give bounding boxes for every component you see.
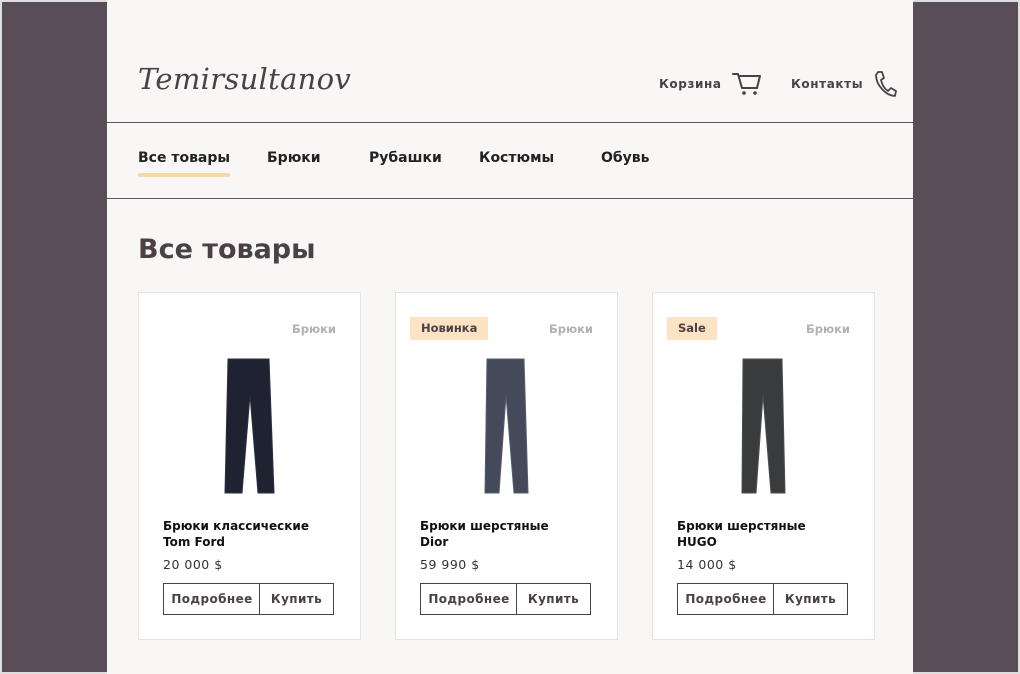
cart-link[interactable]: Корзина [659, 70, 762, 98]
trousers-image [741, 358, 786, 494]
tab-trousers[interactable]: Брюки [267, 150, 321, 180]
nav-divider [107, 198, 913, 199]
details-button[interactable]: Подробнее [420, 583, 518, 615]
product-image[interactable] [205, 355, 295, 503]
product-name[interactable]: Брюки шерстяные Dior [420, 518, 600, 550]
product-card[interactable]: Sale Брюки Брюки шерстяные HUGO 14 000 $… [652, 292, 875, 640]
tab-suits[interactable]: Костюмы [479, 150, 554, 180]
tab-shoes[interactable]: Обувь [601, 150, 650, 180]
product-price: 14 000 $ [677, 557, 737, 572]
product-card[interactable]: Брюки Брюки классические Tom Ford 20 000… [138, 292, 361, 640]
trousers-image [224, 358, 275, 494]
tab-label: Все товары [138, 150, 231, 166]
header-divider [107, 122, 913, 123]
cart-label: Корзина [659, 77, 722, 91]
product-image[interactable] [719, 355, 809, 503]
product-type: Брюки шерстяные [420, 519, 549, 533]
product-brand: Dior [420, 535, 449, 549]
product-type: Брюки шерстяные [677, 519, 806, 533]
product-name[interactable]: Брюки шерстяные HUGO [677, 518, 857, 550]
phone-icon [873, 70, 898, 98]
product-brand: Tom Ford [163, 535, 225, 549]
cart-icon [731, 71, 762, 97]
tab-label: Костюмы [479, 150, 555, 166]
details-button[interactable]: Подробнее [677, 583, 775, 615]
product-name[interactable]: Брюки классические Tom Ford [163, 518, 343, 550]
tab-label: Обувь [601, 150, 650, 166]
page: Temirsultanov Корзина Контакты Все товар… [107, 0, 913, 674]
product-brand: HUGO [677, 535, 717, 549]
product-price: 20 000 $ [163, 557, 223, 572]
product-card[interactable]: Новинка Брюки Брюки шерстяные Dior 59 99… [395, 292, 618, 640]
product-category: Брюки [805, 322, 850, 336]
trousers-image [484, 358, 529, 494]
buy-button[interactable]: Купить [773, 583, 848, 615]
sale-badge: Sale [667, 317, 717, 340]
product-category: Брюки [291, 322, 336, 336]
site-logo[interactable]: Temirsultanov [138, 62, 351, 96]
tab-all-products[interactable]: Все товары [138, 150, 231, 180]
product-image[interactable] [462, 355, 552, 503]
tab-label: Рубашки [369, 150, 442, 166]
buy-button[interactable]: Купить [259, 583, 334, 615]
contacts-link[interactable]: Контакты [791, 70, 898, 98]
tab-label: Брюки [267, 150, 321, 166]
product-type: Брюки классические [163, 519, 309, 533]
contacts-label: Контакты [791, 77, 864, 91]
buy-button[interactable]: Купить [516, 583, 591, 615]
product-price: 59 990 $ [420, 557, 480, 572]
new-badge: Новинка [410, 317, 489, 340]
details-button[interactable]: Подробнее [163, 583, 261, 615]
product-category: Брюки [548, 322, 593, 336]
tab-shirts[interactable]: Рубашки [369, 150, 442, 180]
page-title: Все товары [138, 234, 316, 265]
